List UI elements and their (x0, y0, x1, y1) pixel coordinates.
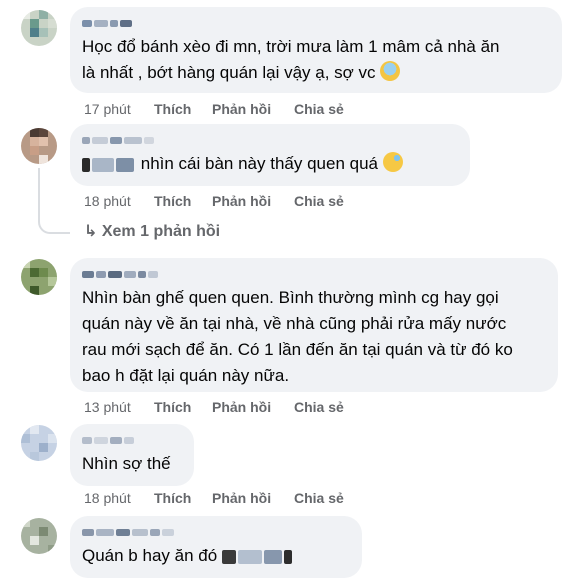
view-replies-link[interactable]: ↳ Xem 1 phản hồi (84, 221, 220, 243)
author-name[interactable] (82, 132, 458, 148)
comment-bubble: Nhìn sợ thế (70, 424, 194, 486)
author-name[interactable] (82, 524, 350, 540)
comment-text: nhìn cái bàn này thấy quen quá (82, 151, 458, 177)
avatar[interactable] (21, 425, 57, 461)
reply-button[interactable]: Phản hồi (212, 192, 271, 210)
reply-button[interactable]: Phản hồi (212, 489, 271, 507)
comment-bubble: Quán b hay ăn đó (70, 516, 362, 578)
thread-connector (38, 214, 70, 234)
comment-text: Nhìn bàn ghế quen quen. Bình thường mình… (82, 288, 513, 385)
face-sad-sweat-emoji (382, 152, 403, 172)
share-button[interactable]: Chia sẻ (294, 192, 344, 210)
avatar[interactable] (21, 10, 57, 46)
comment-bubble: Nhìn bàn ghế quen quen. Bình thường mình… (70, 258, 558, 392)
timestamp[interactable]: 13 phút (84, 398, 131, 416)
timestamp[interactable]: 18 phút (84, 489, 131, 507)
author-name[interactable] (82, 15, 550, 31)
timestamp[interactable]: 17 phút (84, 100, 131, 118)
face-screaming-emoji (380, 61, 401, 81)
reply-button[interactable]: Phản hồi (212, 100, 271, 118)
like-button[interactable]: Thích (154, 398, 191, 416)
reply-button[interactable]: Phản hồi (212, 398, 271, 416)
like-button[interactable]: Thích (154, 192, 191, 210)
avatar[interactable] (21, 518, 57, 554)
comment-text: Quán b hay ăn đó (82, 543, 350, 569)
author-name[interactable] (82, 266, 546, 282)
reply-arrow-icon: ↳ (84, 223, 98, 240)
comment-bubble: Học đổ bánh xèo đi mn, trời mưa làm 1 mâ… (70, 7, 562, 93)
avatar[interactable] (21, 259, 57, 295)
like-button[interactable]: Thích (154, 489, 191, 507)
author-name[interactable] (82, 432, 182, 448)
comment-text: Học đổ bánh xèo đi mn, trời mưa làm 1 mâ… (82, 37, 500, 82)
timestamp[interactable]: 18 phút (84, 192, 131, 210)
comment-bubble: nhìn cái bàn này thấy quen quá (70, 124, 470, 186)
like-button[interactable]: Thích (154, 100, 191, 118)
share-button[interactable]: Chia sẻ (294, 489, 344, 507)
thread-line (38, 168, 40, 218)
avatar[interactable] (21, 128, 57, 164)
share-button[interactable]: Chia sẻ (294, 398, 344, 416)
comment-text: Nhìn sợ thế (82, 454, 171, 473)
share-button[interactable]: Chia sẻ (294, 100, 344, 118)
